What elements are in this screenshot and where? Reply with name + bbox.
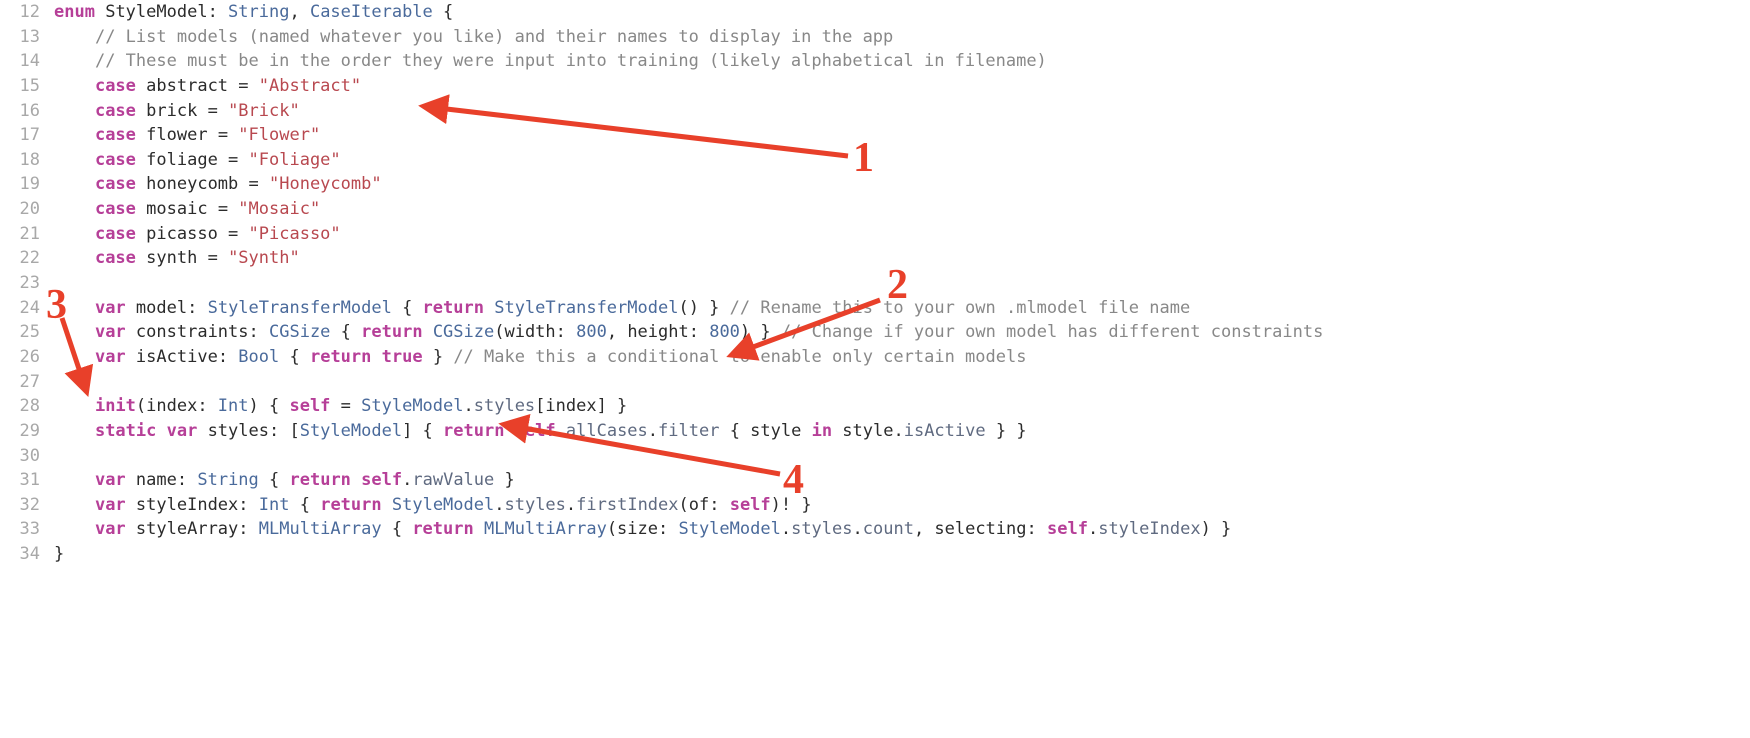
line-number: 19: [0, 172, 54, 197]
code-line: 25 var constraints: CGSize { return CGSi…: [0, 320, 1750, 345]
line-number: 20: [0, 197, 54, 222]
line-number: 34: [0, 542, 54, 567]
code-content: enum StyleModel: String, CaseIterable {: [54, 0, 453, 25]
code-content: var model: StyleTransferModel { return S…: [54, 296, 1190, 321]
line-number: 32: [0, 493, 54, 518]
code-content: case mosaic = "Mosaic": [54, 197, 320, 222]
code-line: 14 // These must be in the order they we…: [0, 49, 1750, 74]
code-line: 29 static var styles: [StyleModel] { ret…: [0, 419, 1750, 444]
code-line: 30: [0, 444, 1750, 469]
annotation-3: 3: [46, 275, 67, 336]
code-content: }: [54, 542, 64, 567]
code-line: 16 case brick = "Brick": [0, 99, 1750, 124]
code-line: 18 case foliage = "Foliage": [0, 148, 1750, 173]
line-number: 21: [0, 222, 54, 247]
code-content: var styleIndex: Int { return StyleModel.…: [54, 493, 812, 518]
code-block: 12enum StyleModel: String, CaseIterable …: [0, 0, 1750, 567]
line-number: 17: [0, 123, 54, 148]
code-line: 27: [0, 370, 1750, 395]
code-line: 22 case synth = "Synth": [0, 246, 1750, 271]
code-content: static var styles: [StyleModel] { return…: [54, 419, 1027, 444]
code-content: case flower = "Flower": [54, 123, 320, 148]
code-line: 31 var name: String { return self.rawVal…: [0, 468, 1750, 493]
code-line: 13 // List models (named whatever you li…: [0, 25, 1750, 50]
line-number: 26: [0, 345, 54, 370]
line-number: 28: [0, 394, 54, 419]
code-line: 28 init(index: Int) { self = StyleModel.…: [0, 394, 1750, 419]
code-content: // These must be in the order they were …: [54, 49, 1047, 74]
code-line: 23: [0, 271, 1750, 296]
annotation-2: 2: [887, 255, 908, 316]
code-line: 34}: [0, 542, 1750, 567]
code-content: case brick = "Brick": [54, 99, 300, 124]
code-line: 24 var model: StyleTransferModel { retur…: [0, 296, 1750, 321]
code-content: // List models (named whatever you like)…: [54, 25, 893, 50]
line-number: 16: [0, 99, 54, 124]
code-content: var styleArray: MLMultiArray { return ML…: [54, 517, 1231, 542]
code-line: 19 case honeycomb = "Honeycomb": [0, 172, 1750, 197]
code-line: 33 var styleArray: MLMultiArray { return…: [0, 517, 1750, 542]
line-number: 29: [0, 419, 54, 444]
line-number: 18: [0, 148, 54, 173]
line-number: 15: [0, 74, 54, 99]
line-number: 27: [0, 370, 54, 395]
code-line: 21 case picasso = "Picasso": [0, 222, 1750, 247]
line-number: 30: [0, 444, 54, 469]
annotation-4: 4: [783, 450, 804, 511]
code-content: case foliage = "Foliage": [54, 148, 341, 173]
code-line: 20 case mosaic = "Mosaic": [0, 197, 1750, 222]
code-content: case abstract = "Abstract": [54, 74, 361, 99]
line-number: 13: [0, 25, 54, 50]
code-line: 17 case flower = "Flower": [0, 123, 1750, 148]
annotation-1: 1: [853, 128, 874, 189]
code-line: 12enum StyleModel: String, CaseIterable …: [0, 0, 1750, 25]
line-number: 12: [0, 0, 54, 25]
line-number: 22: [0, 246, 54, 271]
line-number: 31: [0, 468, 54, 493]
code-content: init(index: Int) { self = StyleModel.sty…: [54, 394, 627, 419]
line-number: 14: [0, 49, 54, 74]
code-line: 26 var isActive: Bool { return true } //…: [0, 345, 1750, 370]
code-content: var name: String { return self.rawValue …: [54, 468, 515, 493]
code-content: case honeycomb = "Honeycomb": [54, 172, 382, 197]
code-content: case picasso = "Picasso": [54, 222, 341, 247]
code-content: case synth = "Synth": [54, 246, 300, 271]
line-number: 33: [0, 517, 54, 542]
code-content: var constraints: CGSize { return CGSize(…: [54, 320, 1323, 345]
code-line: 32 var styleIndex: Int { return StyleMod…: [0, 493, 1750, 518]
code-content: var isActive: Bool { return true } // Ma…: [54, 345, 1026, 370]
code-line: 15 case abstract = "Abstract": [0, 74, 1750, 99]
